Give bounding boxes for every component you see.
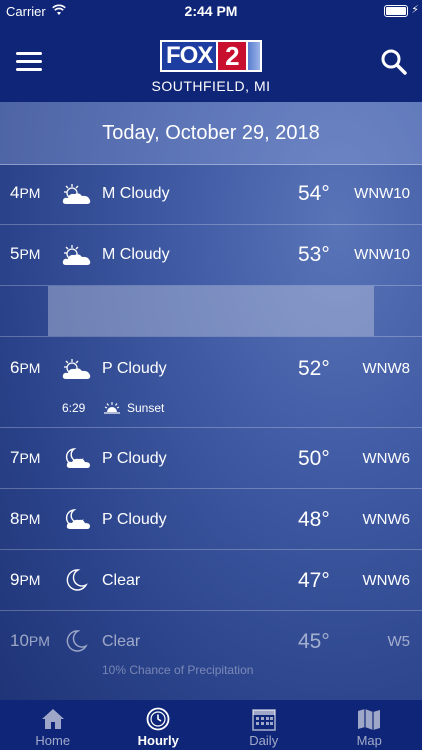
hourly-row: 7PM P Cloudy 50° WNW6: [0, 428, 422, 489]
ad-banner[interactable]: [48, 286, 374, 336]
wind: WNW10: [354, 246, 410, 263]
sunset-icon: [104, 402, 120, 414]
date-header: Today, October 29, 2018: [0, 102, 422, 165]
status-time: 2:44 PM: [184, 3, 238, 19]
tab-daily[interactable]: Daily: [211, 700, 317, 750]
condition-label: Clear: [102, 572, 141, 589]
calendar-icon: [251, 709, 276, 731]
moon-icon: [66, 569, 88, 591]
logo-number: 2: [216, 40, 249, 72]
wind: WNW6: [362, 572, 411, 589]
home-icon: [41, 709, 64, 729]
tab-label: Hourly: [137, 733, 179, 748]
temperature: 48°: [298, 508, 330, 531]
menu-icon[interactable]: [16, 52, 42, 72]
clock-icon: [146, 707, 170, 731]
partly-cloudy-day-icon: [62, 184, 91, 204]
battery-icon: [384, 5, 408, 17]
condition-label: M Cloudy: [102, 185, 170, 202]
condition-label: Clear: [102, 633, 141, 650]
condition-label: P Cloudy: [102, 450, 167, 467]
condition-label: P Cloudy: [102, 360, 167, 377]
hourly-row: 10PM Clear 45° W5 10% Chance of Precipit…: [10, 630, 411, 677]
hourly-row: 9PM Clear 47° WNW6: [0, 550, 422, 611]
partly-cloudy-day-icon: [62, 245, 91, 265]
wind: WNW8: [362, 360, 411, 377]
tab-map[interactable]: Map: [317, 700, 422, 750]
precipitation-note: 10% Chance of Precipitation: [102, 663, 254, 677]
condition-label: M Cloudy: [102, 246, 170, 263]
charging-icon: ⚡: [411, 4, 419, 16]
temperature: 54°: [298, 182, 330, 205]
search-icon[interactable]: [380, 48, 408, 76]
partly-cloudy-night-icon: [65, 448, 90, 468]
hourly-row: 4PM M Cloudy 54° WNW10: [0, 164, 422, 225]
wind: WNW6: [362, 450, 411, 467]
tab-bar: Home Hourly Daily Map: [0, 700, 422, 750]
wind: WNW6: [362, 511, 411, 528]
sunset-time: 6:29: [62, 401, 86, 415]
status-bar: Carrier 2:44 PM ⚡: [0, 0, 422, 22]
map-icon: [358, 709, 381, 730]
temperature: 52°: [298, 357, 330, 380]
temperature: 50°: [298, 447, 330, 470]
temperature: 53°: [298, 243, 330, 266]
fox2-logo: FOX 2: [160, 40, 262, 72]
moon-icon: [66, 630, 88, 652]
tab-home[interactable]: Home: [0, 700, 106, 750]
temperature: 47°: [298, 569, 330, 592]
partly-cloudy-night-icon: [65, 509, 90, 529]
location-label: SOUTHFIELD, MI: [151, 78, 271, 94]
temperature: 45°: [298, 630, 330, 653]
hourly-row: 8PM P Cloudy 48° WNW6: [0, 489, 422, 550]
partly-cloudy-day-icon: [62, 359, 91, 379]
wind: WNW10: [354, 185, 410, 202]
tab-hourly[interactable]: Hourly: [106, 700, 212, 750]
tab-label: Map: [356, 733, 382, 748]
hourly-row: 6PM P Cloudy 52° WNW8 6:29 Sunset: [0, 337, 422, 428]
hourly-row: 5PM M Cloudy 53° WNW10: [0, 225, 422, 286]
wind: W5: [387, 633, 411, 650]
sunset-label: Sunset: [127, 401, 165, 415]
tab-label: Home: [35, 733, 71, 748]
tab-label: Daily: [249, 733, 279, 748]
condition-label: P Cloudy: [102, 511, 167, 528]
app-header: FOX 2 SOUTHFIELD, MI: [0, 22, 422, 102]
logo-fox-text: FOX: [160, 40, 217, 72]
ad-container: [0, 286, 422, 337]
